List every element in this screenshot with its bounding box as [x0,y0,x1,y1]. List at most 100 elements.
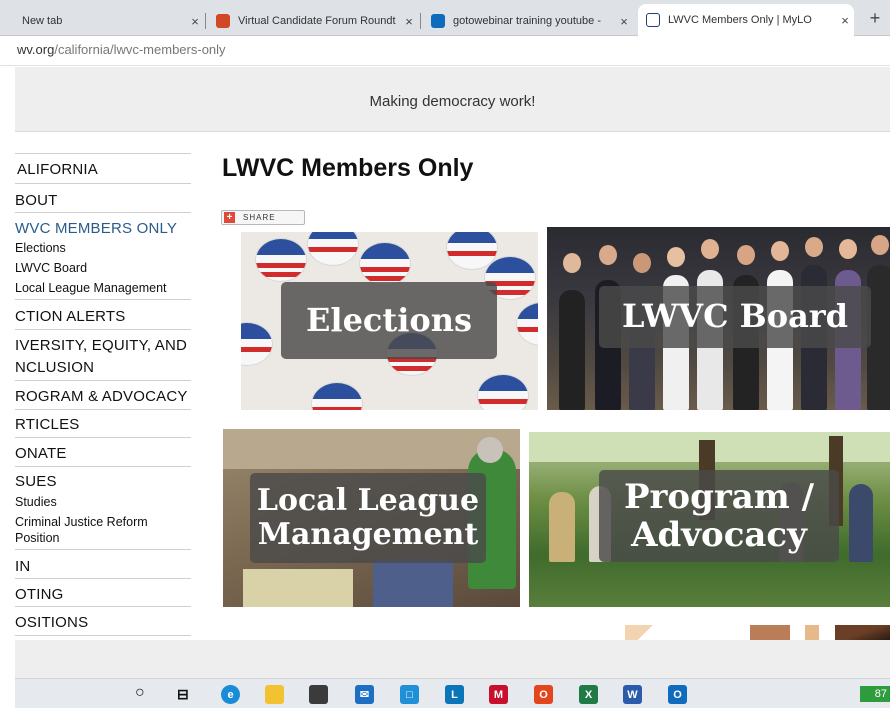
person-head-graphic [737,245,755,265]
mail-icon[interactable]: ✉ [355,685,374,704]
tile-label-local-league-management: Local League Management [250,473,486,563]
divider [15,606,191,607]
person-head-graphic [805,237,823,257]
office-icon[interactable]: O [534,685,553,704]
person-graphic [549,492,575,562]
lync-icon[interactable]: L [445,685,464,704]
tab-new-tab[interactable]: New tab × [14,6,204,36]
url-path: /california/lwvc-members-only [54,42,226,57]
person-head-graphic [477,437,503,463]
sidebar-item-diversity-equity[interactable]: IVERSITY, EQUITY, AND [15,337,187,354]
sidebar-item-action-alerts[interactable]: CTION ALERTS [15,308,125,325]
web-page: Making democracy work! ALIFORNIA BOUT WV… [15,67,890,640]
sidebar-item-inclusion[interactable]: NCLUSION [15,359,94,376]
close-icon[interactable]: × [615,14,633,29]
tile-local-league-management[interactable]: Local League Management [223,429,520,607]
file-explorer-icon[interactable] [265,685,284,704]
table-graphic [243,569,353,607]
close-icon[interactable]: × [836,13,854,28]
tab-lwvc-members-only[interactable]: LWVC Members Only | MyLO × [638,4,854,36]
tab-title: Virtual Candidate Forum Roundt [238,15,396,27]
site-banner: Making democracy work! [15,67,890,132]
divider [15,329,191,330]
divider [15,183,191,184]
tab-title: LWVC Members Only | MyLO [668,14,812,26]
browser-status-strip [15,640,890,678]
screen: New tab × Virtual Candidate Forum Roundt… [0,0,890,708]
person-head-graphic [563,253,581,273]
new-tab-button[interactable]: + [864,8,886,29]
share-plus-icon: + [224,212,235,223]
sticker-graphic [307,232,359,266]
tile-program-advocacy[interactable]: Program / Advocacy [529,432,890,607]
share-button[interactable]: + SHARE [221,210,305,225]
site-tagline: Making democracy work! [369,93,536,110]
person-head-graphic [771,241,789,261]
sidebar-item-join[interactable]: IN [15,558,30,575]
task-view-icon[interactable]: ⊟ [177,686,189,703]
divider [15,578,191,579]
word-icon[interactable]: W [623,685,642,704]
browser-tab-bar: New tab × Virtual Candidate Forum Roundt… [0,0,890,36]
sidebar-subitem-position[interactable]: Position [15,531,59,545]
tile-label-elections: Elections [281,282,497,359]
person-graphic [849,484,873,562]
sidebar-subitem-local-league-management[interactable]: Local League Management [15,281,167,295]
sticker-graphic [241,322,273,366]
person-head-graphic [633,253,651,273]
tab-title: New tab [22,15,63,27]
tab-separator [420,13,421,29]
sidebar-item-positions[interactable]: OSITIONS [15,614,88,631]
outlook-calendar-icon[interactable]: □ [400,685,419,704]
outlook-icon[interactable]: O [668,685,687,704]
tile-lwvc-board[interactable]: LWVC Board [547,227,890,410]
battery-indicator[interactable]: 87 [860,686,890,702]
person-head-graphic [599,245,617,265]
tile-label-program-advocacy: Program / Advocacy [599,470,839,562]
divider [15,437,191,438]
excel-icon[interactable]: X [579,685,598,704]
sidebar-item-articles[interactable]: RTICLES [15,416,79,433]
url-text[interactable]: wv.org/california/lwvc-members-only [17,42,226,57]
edge-icon[interactable]: e [221,685,240,704]
sidebar-item-program-advocacy[interactable]: ROGRAM & ADVOCACY [15,388,188,405]
tab-virtual-candidate-forum[interactable]: Virtual Candidate Forum Roundt × [208,6,418,36]
store-icon[interactable] [309,685,328,704]
sidebar-item-about[interactable]: BOUT [15,192,57,209]
sidebar-subitem-studies[interactable]: Studies [15,495,57,509]
divider [15,299,191,300]
mcafee-icon[interactable]: M [489,685,508,704]
search-icon[interactable]: ○ [135,684,145,702]
divider [15,153,191,154]
close-icon[interactable]: × [186,14,204,29]
decorative-graphic [805,625,819,640]
lwv-icon [646,13,660,27]
person-head-graphic [701,239,719,259]
decorative-graphic [625,625,665,640]
divider [15,549,191,550]
sticker-graphic [477,374,529,410]
close-icon[interactable]: × [400,14,418,29]
share-label: SHARE [243,213,276,222]
sidebar-subitem-lwvc-board[interactable]: LWVC Board [15,261,87,275]
tile-label-lwvc-board: LWVC Board [599,286,871,348]
sidebar-item-lwvc-members-only[interactable]: WVC MEMBERS ONLY [15,220,177,237]
bing-icon [431,14,445,28]
divider [15,409,191,410]
sidebar-item-voting[interactable]: OTING [15,586,64,603]
decorative-graphic [835,625,890,640]
sidebar-item-california[interactable]: ALIFORNIA [17,161,98,178]
sidebar-item-donate[interactable]: ONATE [15,445,67,462]
sticker-graphic [359,242,411,286]
tile-elections[interactable]: Elections [241,232,538,410]
tab-gotowebinar[interactable]: gotowebinar training youtube - × [423,6,633,36]
person-graphic [373,559,453,607]
url-domain: wv.org [17,42,55,57]
person-head-graphic [839,239,857,259]
sidebar-item-issues[interactable]: SUES [15,473,57,490]
address-bar[interactable]: wv.org/california/lwvc-members-only [0,36,890,66]
sidebar-subitem-elections[interactable]: Elections [15,241,66,255]
sidebar-subitem-criminal-justice-reform[interactable]: Criminal Justice Reform [15,515,148,529]
sticker-graphic [255,238,307,282]
tab-separator [205,13,206,29]
